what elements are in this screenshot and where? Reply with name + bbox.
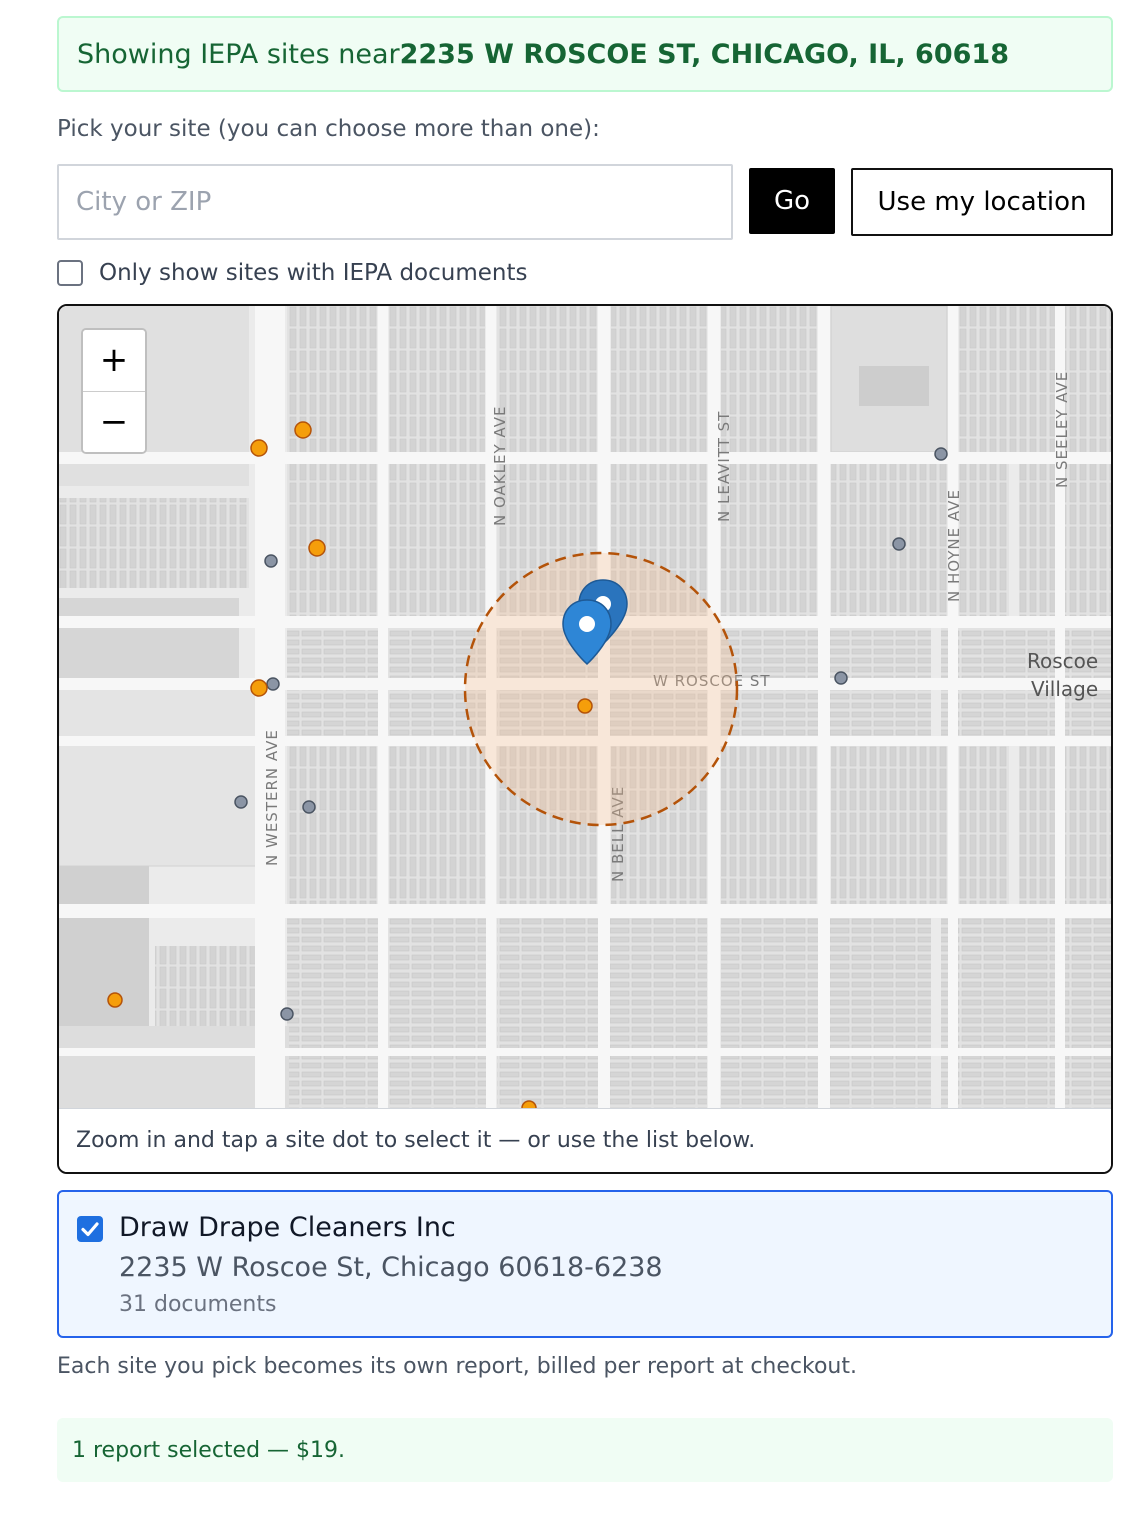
site-dot[interactable]	[834, 671, 848, 685]
banner-prefix: Showing IEPA sites near	[77, 38, 400, 70]
site-dot-with-documents[interactable]	[250, 679, 268, 697]
street-label-oakley: N OAKLEY AVE	[491, 406, 509, 526]
go-button[interactable]: Go	[749, 168, 835, 234]
map-card: N OAKLEY AVE N LEAVITT ST N HOYNE AVE N …	[57, 304, 1113, 1174]
map[interactable]: N OAKLEY AVE N LEAVITT ST N HOYNE AVE N …	[59, 306, 1111, 1108]
site-dot-with-documents[interactable]	[521, 1100, 537, 1108]
map-canvas[interactable]: N OAKLEY AVE N LEAVITT ST N HOYNE AVE N …	[59, 306, 1111, 1108]
site-dot-with-documents[interactable]	[107, 992, 123, 1008]
selected-site-card[interactable]: Draw Drape Cleaners Inc 2235 W Roscoe St…	[57, 1190, 1113, 1338]
banner-address: 2235 W ROSCOE ST, CHICAGO, IL, 60618	[399, 38, 1009, 70]
selection-summary: 1 report selected — $19.	[57, 1418, 1113, 1482]
neighborhood-label-line1: Roscoe	[1027, 649, 1098, 673]
site-dot[interactable]	[234, 795, 248, 809]
street-label-seeley: N SEELEY AVE	[1053, 371, 1071, 488]
zoom-control: + −	[81, 328, 147, 454]
neighborhood-label-line2: Village	[1031, 677, 1098, 701]
documents-filter-checkbox[interactable]	[57, 260, 83, 286]
zoom-in-button[interactable]: +	[83, 330, 145, 391]
site-checkbox[interactable]	[77, 1216, 103, 1242]
site-dot[interactable]	[280, 1007, 294, 1021]
site-dot[interactable]	[264, 554, 278, 568]
zoom-out-button[interactable]: −	[83, 391, 145, 452]
site-dot[interactable]	[266, 677, 280, 691]
documents-filter-label: Only show sites with IEPA documents	[99, 260, 528, 286]
street-label-leavitt: N LEAVITT ST	[715, 411, 733, 522]
site-address: 2235 W Roscoe St, Chicago 60618-6238	[119, 1252, 663, 1283]
location-banner: Showing IEPA sites near 2235 W ROSCOE ST…	[57, 16, 1113, 92]
site-dot[interactable]	[892, 537, 906, 551]
site-dot-with-documents[interactable]	[308, 539, 326, 557]
site-dot-with-documents[interactable]	[294, 421, 312, 439]
city-zip-input[interactable]	[57, 164, 733, 240]
site-name: Draw Drape Cleaners Inc	[119, 1212, 456, 1243]
site-dot[interactable]	[302, 800, 316, 814]
checkmark-icon	[81, 1222, 99, 1237]
street-label-western: N WESTERN AVE	[263, 729, 281, 866]
site-dot[interactable]	[934, 447, 948, 461]
site-dot-selected[interactable]	[577, 698, 593, 714]
street-label-hoyne: N HOYNE AVE	[945, 489, 963, 602]
map-hint: Zoom in and tap a site dot to select it …	[59, 1108, 1111, 1172]
billing-note: Each site you pick becomes its own repor…	[57, 1354, 857, 1379]
pick-site-label: Pick your site (you can choose more than…	[57, 116, 600, 142]
use-my-location-button[interactable]: Use my location	[851, 168, 1113, 236]
documents-filter[interactable]: Only show sites with IEPA documents	[57, 256, 527, 290]
site-document-count: 31 documents	[119, 1292, 277, 1317]
site-dot-with-documents[interactable]	[250, 439, 268, 457]
